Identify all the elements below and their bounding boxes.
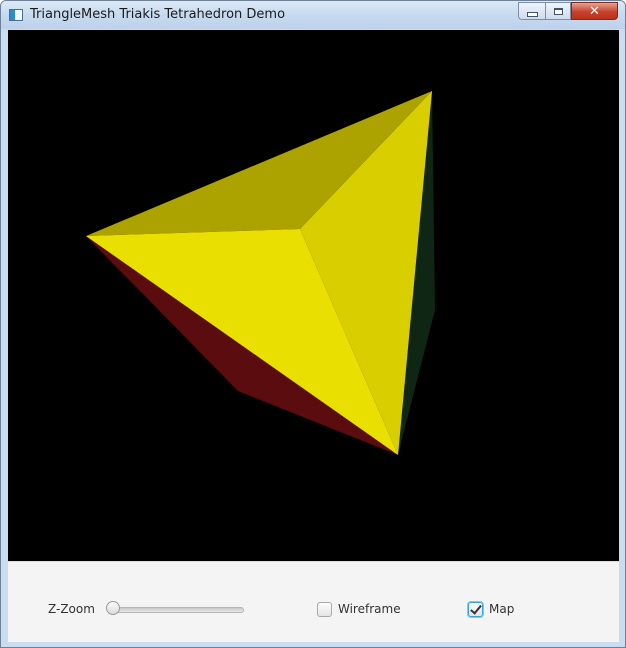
maximize-button[interactable] — [545, 2, 571, 20]
client-area: Z-Zoom Wireframe Map — [8, 30, 619, 642]
wireframe-label[interactable]: Wireframe — [338, 602, 401, 616]
3d-viewport[interactable] — [8, 30, 619, 561]
control-panel: Z-Zoom Wireframe Map — [8, 561, 619, 642]
window-title: TriangleMesh Triakis Tetrahedron Demo — [30, 7, 286, 22]
zoom-slider-track[interactable] — [112, 607, 244, 613]
minimize-icon — [526, 11, 538, 17]
app-window: TriangleMesh Triakis Tetrahedron Demo ✕ … — [0, 0, 626, 648]
checkmark-icon — [470, 602, 482, 615]
minimize-button[interactable] — [518, 2, 545, 20]
close-icon: ✕ — [589, 3, 600, 19]
wireframe-checkbox[interactable] — [317, 602, 332, 617]
map-checkbox[interactable] — [468, 602, 483, 617]
title-bar[interactable]: TriangleMesh Triakis Tetrahedron Demo ✕ — [1, 1, 625, 29]
maximize-icon — [553, 7, 563, 15]
tetrahedron-scene — [86, 91, 435, 455]
window-app-icon — [9, 9, 23, 21]
map-label[interactable]: Map — [489, 602, 514, 616]
close-button[interactable]: ✕ — [571, 2, 618, 20]
zoom-slider-thumb[interactable] — [106, 601, 120, 615]
zoom-label: Z-Zoom — [48, 602, 95, 616]
